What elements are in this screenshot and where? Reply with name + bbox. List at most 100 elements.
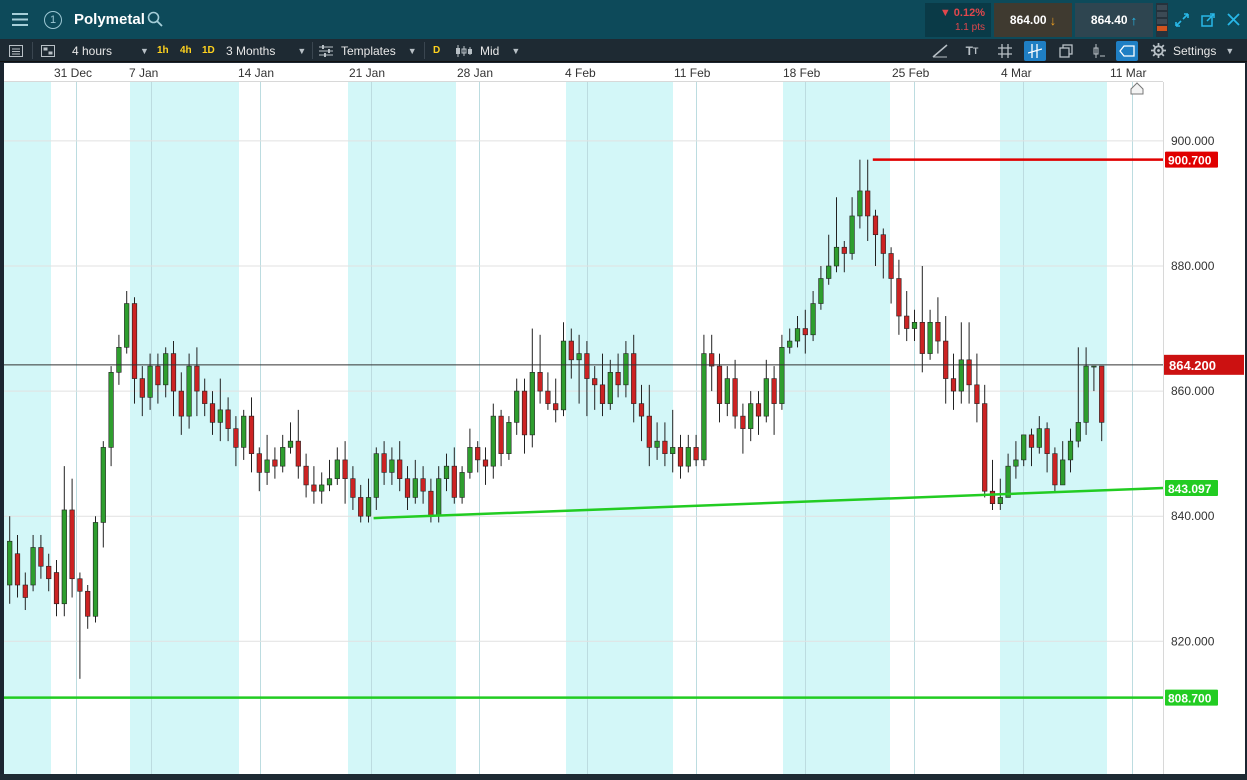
candle-body bbox=[1044, 428, 1050, 454]
candle-body bbox=[155, 365, 161, 386]
candle bbox=[927, 309, 933, 360]
candle-body bbox=[194, 365, 200, 392]
candle-body bbox=[927, 321, 933, 354]
duplicate-icon[interactable] bbox=[1055, 39, 1077, 62]
d-badge[interactable]: D bbox=[433, 39, 440, 62]
candle-body bbox=[1036, 428, 1042, 448]
candle-body bbox=[818, 278, 824, 304]
hamburger-icon[interactable] bbox=[0, 0, 40, 39]
candle-body bbox=[233, 428, 239, 448]
candle-body bbox=[662, 440, 668, 454]
x-tick-label: 28 Jan bbox=[457, 66, 493, 80]
candle-body bbox=[342, 459, 348, 479]
candle-body bbox=[467, 447, 473, 473]
candle-body bbox=[670, 447, 676, 454]
candle-body bbox=[303, 465, 309, 486]
range-label: 3 Months bbox=[226, 43, 276, 58]
candle-body bbox=[241, 415, 247, 448]
chevron-down-icon: ▼ bbox=[511, 45, 521, 56]
grid-icon[interactable] bbox=[994, 39, 1016, 62]
candle-body bbox=[1028, 434, 1035, 448]
crosshair-icon[interactable] bbox=[1024, 39, 1046, 62]
templates-dropdown[interactable]: Templates ▼ bbox=[319, 39, 417, 62]
candle-body bbox=[514, 390, 520, 423]
quick-interval-1h[interactable]: 1h bbox=[157, 39, 169, 62]
close-icon[interactable] bbox=[1222, 0, 1244, 39]
candle-body bbox=[264, 459, 270, 473]
candle bbox=[287, 422, 294, 454]
candle-body bbox=[748, 403, 754, 429]
layout-icon[interactable] bbox=[41, 39, 55, 62]
candle bbox=[896, 259, 902, 335]
order-book-strip bbox=[1156, 3, 1168, 37]
candle bbox=[904, 291, 910, 342]
instrument-title: Polymetal bbox=[74, 11, 145, 28]
candle bbox=[989, 459, 996, 510]
quick-interval-1d[interactable]: 1D bbox=[202, 39, 215, 62]
candle bbox=[982, 384, 988, 498]
candle-body bbox=[428, 490, 434, 517]
candle-body bbox=[1021, 434, 1027, 461]
candle-body bbox=[326, 478, 333, 486]
candle-body bbox=[295, 440, 301, 467]
interval-dropdown[interactable]: 4 hours ▼ bbox=[64, 39, 149, 62]
sell-price: 864.00 bbox=[1009, 13, 1047, 27]
candle bbox=[116, 334, 122, 385]
candle-body bbox=[358, 497, 364, 517]
quick-interval-4h[interactable]: 4h bbox=[180, 39, 192, 62]
candlestick-icon bbox=[456, 44, 472, 57]
expand-icon[interactable] bbox=[1172, 0, 1192, 39]
settings-dropdown[interactable]: Settings ▼ bbox=[1151, 39, 1234, 62]
x-tick-label: 14 Jan bbox=[238, 66, 274, 80]
candle-body bbox=[139, 378, 145, 398]
candle-body bbox=[615, 372, 621, 386]
popout-icon[interactable] bbox=[1198, 0, 1218, 39]
interval-label: 4 hours bbox=[72, 43, 113, 58]
candle-body bbox=[724, 378, 730, 404]
text-tool-icon[interactable]: TT bbox=[961, 39, 983, 62]
candle bbox=[974, 353, 980, 423]
candle-body bbox=[989, 490, 996, 504]
price-type-label: Mid bbox=[480, 43, 500, 58]
candle bbox=[685, 434, 691, 473]
candle-body bbox=[319, 484, 325, 492]
candle-body bbox=[677, 447, 684, 467]
search-icon[interactable] bbox=[147, 11, 163, 32]
candle bbox=[248, 397, 255, 473]
draw-line-icon[interactable] bbox=[929, 39, 951, 62]
candle bbox=[272, 447, 278, 479]
candle-body bbox=[163, 353, 169, 386]
price-label-icon[interactable] bbox=[1116, 39, 1138, 62]
y-tick-label: 840.000 bbox=[1171, 509, 1215, 523]
candle bbox=[724, 366, 730, 417]
buy-price: 864.40 bbox=[1090, 13, 1128, 27]
candle-body bbox=[7, 540, 13, 586]
support-level-label: 808.700 bbox=[1168, 692, 1212, 706]
candle-body bbox=[631, 353, 637, 404]
candle-body bbox=[787, 340, 793, 348]
price-chart[interactable]: 31 Dec 7 Jan 14 Jan 21 Jan 28 Jan 4 Feb 11 Feb… bbox=[4, 63, 1245, 774]
candle-body bbox=[287, 440, 294, 448]
chevron-down-icon: ▼ bbox=[140, 45, 149, 56]
candle-body bbox=[436, 478, 442, 517]
range-dropdown[interactable]: 3 Months ▼ bbox=[226, 39, 306, 62]
candle-body bbox=[771, 378, 777, 404]
candle-body bbox=[38, 547, 44, 567]
candle-body bbox=[459, 472, 465, 498]
price-type-dropdown[interactable]: Mid ▼ bbox=[455, 39, 520, 62]
candle-body bbox=[802, 328, 808, 336]
candle-body bbox=[100, 447, 106, 523]
candle bbox=[326, 459, 333, 492]
candle bbox=[1052, 447, 1058, 492]
x-tick-label: 4 Mar bbox=[1001, 66, 1032, 80]
templates-label: Templates bbox=[341, 43, 396, 58]
indicator-icon[interactable] bbox=[1087, 39, 1109, 62]
candle-body bbox=[841, 246, 847, 254]
sell-price-button[interactable]: 864.00 ↓ bbox=[994, 3, 1072, 37]
candle bbox=[677, 434, 684, 479]
info-icon[interactable]: 1 bbox=[40, 0, 66, 39]
candle bbox=[755, 391, 762, 435]
list-icon[interactable] bbox=[9, 39, 23, 62]
bottom-scroll-strip[interactable] bbox=[0, 774, 1247, 780]
buy-price-button[interactable]: 864.40 ↑ bbox=[1075, 3, 1153, 37]
